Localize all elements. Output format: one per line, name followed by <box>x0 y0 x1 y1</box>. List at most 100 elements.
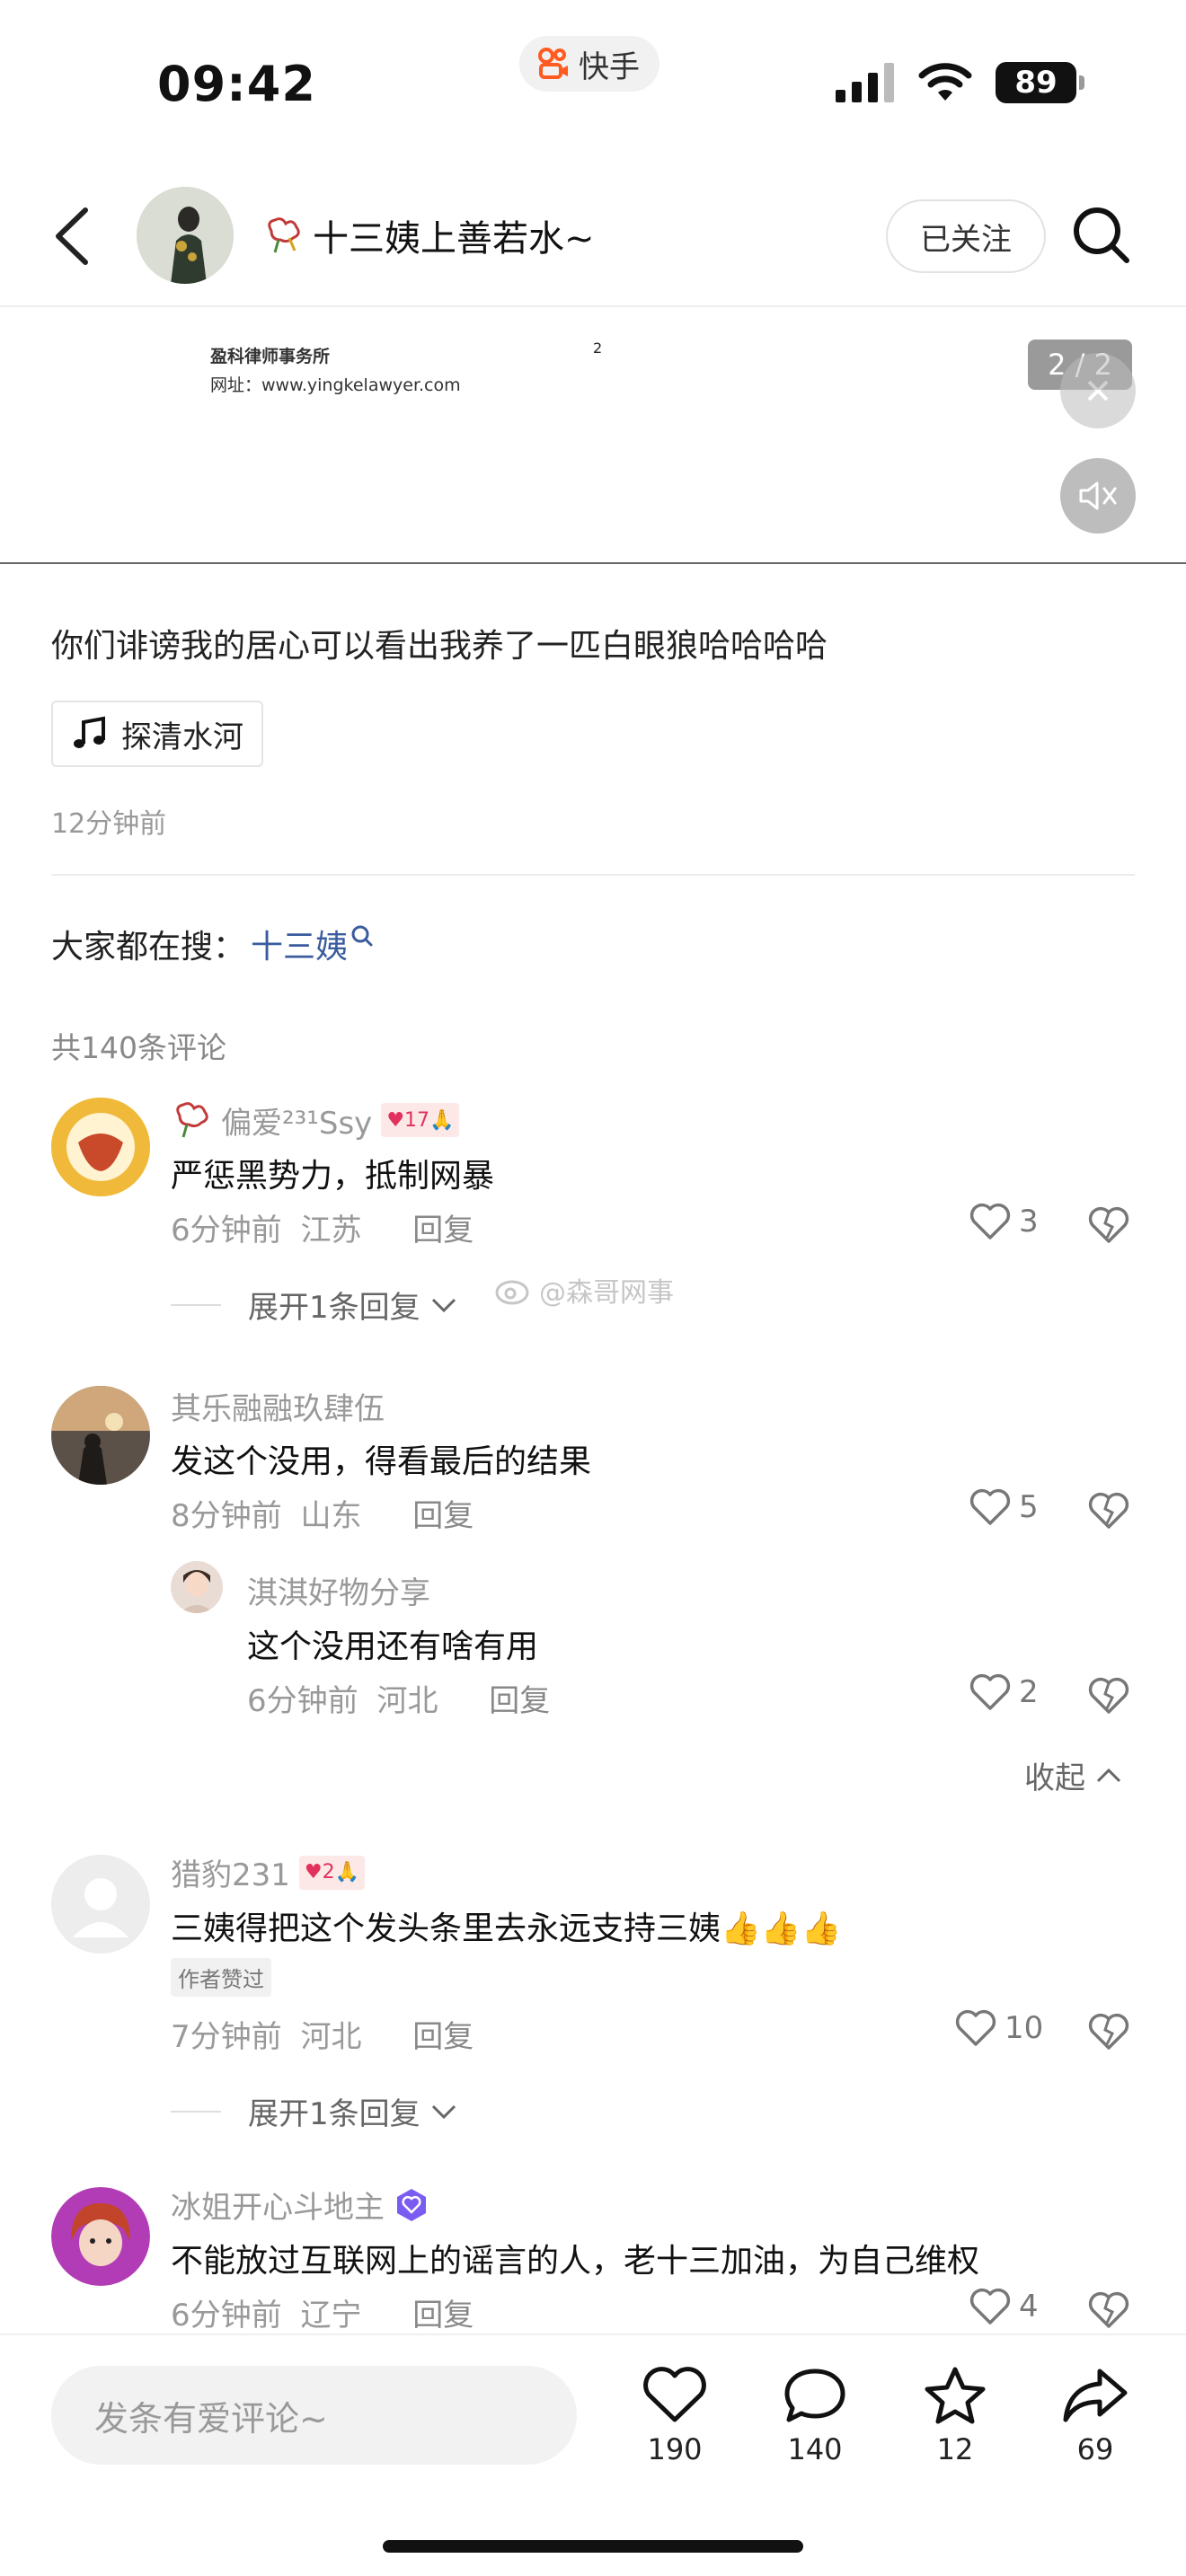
comment-like-count: 4 <box>1019 2289 1039 2325</box>
reply-button[interactable]: 回复 <box>412 2019 474 2055</box>
fan-level-badge: ♥ 2 🙏 <box>298 1855 366 1890</box>
comment-author[interactable]: 冰姐开心斗地主 <box>171 2183 429 2227</box>
heart-outline-icon <box>969 1673 1011 1710</box>
chevron-up-icon <box>1096 1768 1121 1782</box>
collapse-button[interactable] <box>1060 353 1136 428</box>
comment-meta: 6分钟前 辽宁 回复 <box>171 2290 474 2334</box>
collapse-replies-button[interactable]: 收起 <box>1024 1753 1123 1797</box>
weibo-logo-icon <box>495 1280 529 1305</box>
comment-author[interactable]: 猎豹231 ♥ 2 🙏 <box>171 1850 366 1894</box>
dislike-icon[interactable] <box>1087 1491 1130 1531</box>
reply-author-name[interactable]: 淇淇好物分享 <box>247 1568 430 1612</box>
back-icon[interactable] <box>49 205 94 268</box>
search-icon[interactable] <box>1069 203 1132 266</box>
post-time: 12分钟前 <box>51 808 167 840</box>
comment-like-button[interactable]: 10 <box>954 2008 1043 2048</box>
music-title: 探清水河 <box>121 719 243 755</box>
document-firm-name: 盈科律师事务所 <box>210 347 331 366</box>
close-icon <box>1087 380 1109 401</box>
reply-avatar[interactable] <box>171 1561 223 1613</box>
comment-avatar[interactable] <box>51 1855 150 1954</box>
comment-time: 8分钟前 <box>171 1498 282 1534</box>
comment-author-name[interactable]: 其乐融融玖肆伍 <box>171 1384 385 1428</box>
fan-level-badge: ♥ 17 🙏 <box>381 1103 460 1137</box>
follow-button[interactable]: 已关注 <box>886 199 1046 273</box>
document-website: 网址：www.yingkelawyer.com <box>210 375 461 395</box>
favorite-count: 12 <box>936 2432 974 2466</box>
heart-outline-icon <box>969 1203 1011 1239</box>
battery-indicator: 89 <box>996 62 1084 103</box>
comment-like-button[interactable]: 4 <box>969 2287 1039 2326</box>
reply-time: 6分钟前 <box>247 1683 358 1719</box>
reply-meta: 6分钟前 河北 回复 <box>247 1676 550 1720</box>
expand-line <box>171 1303 221 1306</box>
comment-button[interactable]: 140 <box>766 2366 864 2466</box>
comment-meta: 7分钟前 河北 回复 <box>171 2012 474 2056</box>
comment-count: 共140条评论 <box>51 1030 226 1065</box>
comment-avatar[interactable] <box>51 1386 150 1485</box>
mute-button[interactable] <box>1060 458 1136 534</box>
like-button[interactable]: 190 <box>625 2366 724 2466</box>
dislike-icon[interactable] <box>1087 2290 1130 2330</box>
reply-button[interactable]: 回复 <box>412 1498 474 1534</box>
comment-input-placeholder: 发条有爱评论~ <box>94 2398 328 2439</box>
comment-avatar[interactable] <box>51 2187 150 2286</box>
comment-like-button[interactable]: 5 <box>969 1487 1039 1527</box>
music-chip[interactable]: 探清水河 <box>51 701 263 767</box>
author-name: 十三姨上善若水~ <box>313 218 595 260</box>
app-name: 快手 <box>579 49 640 85</box>
expand-replies-label: 展开1条回复 <box>248 2096 420 2132</box>
reply-button[interactable]: 回复 <box>489 1683 550 1719</box>
comment-author-name: 猎豹231 <box>171 1857 290 1893</box>
favorite-button[interactable]: 12 <box>906 2366 1005 2466</box>
comment-input[interactable]: 发条有爱评论~ <box>51 2366 577 2465</box>
kuaishou-logo-icon <box>538 48 568 79</box>
author-avatar[interactable] <box>137 187 234 284</box>
comment-location: 河北 <box>300 2019 362 2055</box>
comment-author-name: 偏爱²³¹Ssy <box>221 1105 373 1142</box>
verified-badge-icon <box>397 2188 426 2221</box>
comment-time: 6分钟前 <box>171 2298 282 2333</box>
expand-replies-button[interactable]: 展开1条回复 <box>171 1283 458 1327</box>
default-avatar-icon <box>51 1855 150 1954</box>
author-liked-tag: 作者赞过 <box>171 1958 271 1997</box>
collapse-label: 收起 <box>1024 1760 1085 1796</box>
reply-avatar-image <box>171 1561 223 1613</box>
reply-like-count: 2 <box>1019 1674 1039 1710</box>
comment-location: 山东 <box>300 1498 362 1534</box>
status-indicators: 89 <box>836 56 1084 110</box>
author-info[interactable]: 十三姨上善若水~ <box>262 208 595 262</box>
chevron-down-icon <box>431 1298 456 1312</box>
trending-search[interactable]: 大家都在搜： 十三姨 <box>51 921 375 967</box>
share-count: 69 <box>1076 2432 1114 2466</box>
reply-like-button[interactable]: 2 <box>969 1672 1039 1712</box>
dislike-icon[interactable] <box>1087 1205 1130 1245</box>
chevron-down-icon <box>431 2104 456 2119</box>
reply-button[interactable]: 回复 <box>412 1213 474 1248</box>
heart-outline-icon <box>955 2009 996 2046</box>
dislike-icon[interactable] <box>1087 2012 1130 2051</box>
expand-replies-button[interactable]: 展开1条回复 <box>171 2089 458 2133</box>
comment-meta: 6分钟前 江苏 回复 <box>171 1205 474 1249</box>
status-time: 09:42 <box>157 56 316 112</box>
comment-like-button[interactable]: 3 <box>969 1202 1039 1241</box>
back-to-app-pill[interactable]: 快手 <box>519 36 659 92</box>
signal-icon <box>836 63 894 102</box>
comment-bubble-icon <box>784 2369 845 2422</box>
comment-text: 严惩黑势力，抵制网暴 <box>171 1158 495 1195</box>
reply-location: 河北 <box>376 1683 438 1719</box>
reply-button[interactable]: 回复 <box>412 2298 474 2333</box>
comment-author-name: 冰姐开心斗地主 <box>171 2190 385 2226</box>
like-count: 190 <box>647 2432 703 2466</box>
comment-like-count: 3 <box>1019 1204 1039 1239</box>
comment-avatar-image <box>51 2187 150 2286</box>
share-button[interactable]: 69 <box>1046 2366 1145 2466</box>
comment-location: 辽宁 <box>300 2298 362 2333</box>
comment-avatar[interactable] <box>51 1098 150 1196</box>
expand-line <box>171 2110 221 2113</box>
comment-author[interactable]: 偏爱²³¹Ssy ♥ 17 🙏 <box>171 1098 460 1142</box>
trending-search-term[interactable]: 十三姨 <box>251 921 348 967</box>
wifi-icon <box>918 63 972 101</box>
comment-like-count: 10 <box>1005 2010 1044 2046</box>
dislike-icon[interactable] <box>1087 1676 1130 1716</box>
